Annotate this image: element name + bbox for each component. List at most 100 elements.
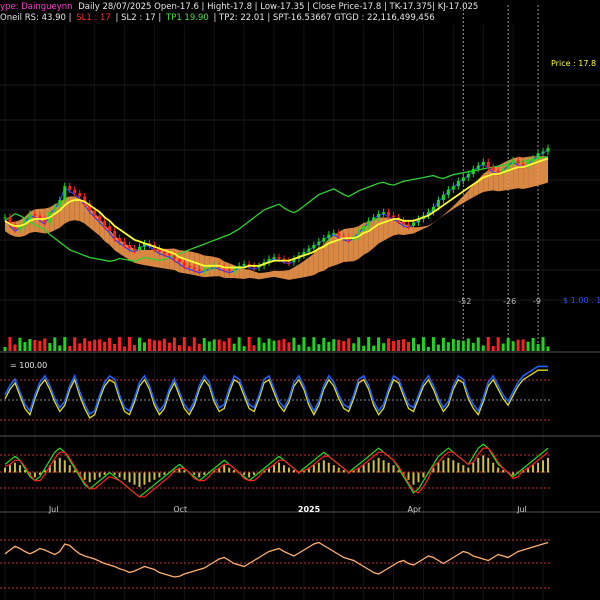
cloud-segment <box>343 228 349 263</box>
candle-body <box>382 212 386 214</box>
volume-bar <box>247 337 251 351</box>
macd-histogram-bar <box>18 465 21 473</box>
volume-bar <box>83 338 87 351</box>
volume-bar <box>342 341 346 351</box>
macd-histogram-bar <box>148 472 151 483</box>
candle-body <box>511 160 515 164</box>
macd-histogram-bar <box>203 472 206 475</box>
candle-body <box>466 174 470 178</box>
macd-histogram-bar <box>273 465 276 473</box>
macd-histogram-bar <box>83 472 86 480</box>
macd-histogram-bar <box>128 472 131 483</box>
header-sl2: | SL2 : 17 | <box>116 13 162 23</box>
volume-bar <box>516 339 520 351</box>
volume-bar <box>68 345 72 351</box>
macd-histogram-bar <box>123 472 126 480</box>
volume-bar <box>277 340 281 351</box>
macd-histogram-bar <box>392 465 395 473</box>
volume-bar <box>252 345 256 351</box>
volume-bar <box>138 337 142 351</box>
candle-body <box>496 170 500 173</box>
macd-histogram-bar <box>367 462 370 473</box>
cloud-segment <box>373 217 379 248</box>
candle-body <box>446 189 450 195</box>
volume-bar <box>317 344 321 351</box>
volume-bar <box>227 338 231 351</box>
volume-bar <box>212 339 216 351</box>
cloud-segment <box>278 270 284 279</box>
macd-histogram-bar <box>437 462 440 473</box>
volume-bar <box>307 346 311 351</box>
candle-body <box>451 186 455 190</box>
macd-histogram-bar <box>327 462 330 473</box>
macd-histogram-bar <box>88 472 91 483</box>
volume-bar <box>108 337 112 351</box>
volume-bar <box>287 342 291 351</box>
macd-histogram-bar <box>287 467 290 473</box>
volume-bar <box>3 347 7 351</box>
volume-bar <box>531 337 535 351</box>
macd-histogram-bar <box>292 470 295 473</box>
macd-histogram-bar <box>228 467 231 473</box>
macd-histogram-bar <box>223 465 226 473</box>
candle-body <box>128 245 132 249</box>
candle-body <box>118 238 122 242</box>
macd-histogram-bar <box>447 457 450 473</box>
macd-histogram-bar <box>487 457 490 473</box>
macd-histogram-bar <box>282 465 285 473</box>
x-axis-label: 2025 <box>298 505 321 514</box>
macd-histogram-bar <box>442 460 445 473</box>
volume-bar <box>142 342 146 351</box>
candle-body <box>197 269 201 271</box>
vertical-marker-label: -9 <box>533 297 541 306</box>
volume-bar <box>262 342 266 351</box>
volume-bar <box>147 338 151 351</box>
candle-body <box>486 161 490 168</box>
candle-body <box>367 220 371 226</box>
candle-body <box>481 161 485 166</box>
macd-histogram-bar <box>377 457 380 473</box>
volume-bar <box>113 344 117 351</box>
candle-body <box>362 225 366 232</box>
candle-body <box>182 262 186 266</box>
candle-body <box>3 217 7 219</box>
volume-bar <box>402 339 406 351</box>
macd-histogram-bar <box>193 472 196 475</box>
macd-histogram-bar <box>4 467 6 473</box>
x-axis-label: Jul <box>516 505 527 514</box>
volume-bar <box>162 338 166 351</box>
volume-bar <box>197 343 201 351</box>
cloud-segment <box>269 270 275 278</box>
macd-histogram-bar <box>253 472 256 475</box>
candle-body <box>242 264 246 266</box>
volume-bar <box>237 337 241 351</box>
volume-bar <box>431 337 435 351</box>
candle-body <box>167 253 171 256</box>
volume-bar <box>451 338 455 351</box>
volume-bar <box>546 346 550 351</box>
candle-body <box>521 163 525 166</box>
candle-body <box>471 168 475 175</box>
macd-histogram-bar <box>452 460 455 473</box>
header-tp2: | TP2: 22.01 | SPT-16.53667 GTGD : 22,11… <box>213 13 434 23</box>
macd-histogram-bar <box>322 460 325 473</box>
candle-body <box>456 180 460 187</box>
x-axis-label: Apr <box>407 505 422 514</box>
x-axis-label: Oct <box>173 505 187 514</box>
macd-histogram-bar <box>277 462 280 473</box>
candle-body <box>387 212 391 216</box>
volume-bar <box>292 337 296 351</box>
volume-bar <box>297 344 301 351</box>
volume-bar <box>8 337 12 351</box>
cloud-segment <box>259 272 265 280</box>
candle-body <box>307 248 311 252</box>
candle-body <box>536 153 540 159</box>
candle-body <box>392 215 396 218</box>
candle-body <box>476 165 480 169</box>
candle-body <box>138 246 142 251</box>
candle-body <box>232 269 236 271</box>
macd-histogram-bar <box>317 462 320 473</box>
macd-histogram-bar <box>457 462 460 473</box>
header-ohlc: Daily 28/07/2025 Open-17.6 | Hight-17.8 … <box>78 2 478 12</box>
macd-histogram-bar <box>63 460 66 473</box>
